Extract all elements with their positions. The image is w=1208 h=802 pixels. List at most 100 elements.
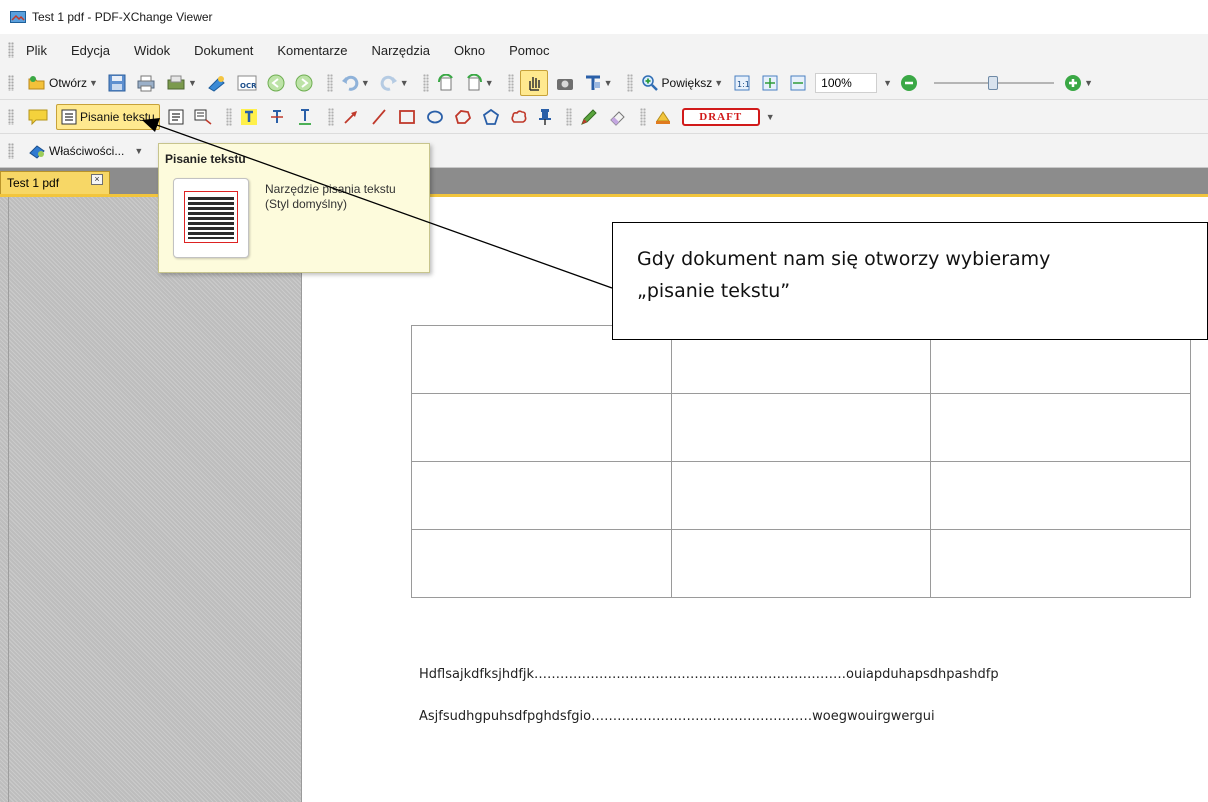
undo-button[interactable]: ▼	[339, 71, 372, 95]
polygon-tool-button[interactable]	[480, 105, 502, 129]
rotate-left-button[interactable]	[435, 71, 457, 95]
chevron-down-icon[interactable]: ▼	[714, 78, 723, 88]
tooltip-preview	[173, 178, 249, 258]
properties-button[interactable]: Właściwości...	[26, 139, 126, 163]
menu-dokument[interactable]: Dokument	[194, 43, 253, 58]
menu-pomoc[interactable]: Pomoc	[509, 43, 549, 58]
chevron-down-icon[interactable]: ▼	[361, 78, 370, 88]
toolbar-separator	[422, 73, 429, 92]
table-cell	[411, 393, 672, 462]
sticky-note-button[interactable]	[26, 105, 50, 129]
document-text-line: Asjfsudhgpuhsdfpghdsfgio……………………………………………	[419, 709, 935, 724]
scan-button[interactable]: ▼	[164, 71, 199, 95]
zoom-level-value: 100%	[821, 75, 852, 90]
select-text-icon	[585, 75, 600, 90]
underline-icon	[298, 108, 311, 125]
toolbar-grip[interactable]	[8, 74, 14, 91]
pin-tool-button[interactable]	[536, 105, 554, 129]
table-cell	[930, 529, 1191, 598]
typewriter-preview-icon	[184, 191, 238, 243]
cloud-tool-button[interactable]	[508, 105, 530, 129]
fit-page-button[interactable]	[759, 71, 781, 95]
snapshot-icon	[556, 78, 573, 90]
zoom-slider[interactable]	[934, 73, 1055, 93]
chevron-down-icon[interactable]: ▼	[485, 78, 494, 88]
menu-okno[interactable]: Okno	[454, 43, 485, 58]
hand-tool-icon	[528, 76, 540, 91]
menu-komentarze[interactable]: Komentarze	[277, 43, 347, 58]
underline-button[interactable]	[294, 105, 316, 129]
scan-icon	[167, 75, 185, 89]
typewriter-button[interactable]: Pisanie tekstu	[56, 103, 160, 130]
line-tool-button[interactable]	[368, 105, 390, 129]
table-cell	[670, 529, 932, 598]
document-tab[interactable]: Test 1 pdf ×	[0, 171, 110, 194]
standard-toolbar: Otwórz ▼ ▼ OCR ▼ ▼ ▼ ▼ Powiększ ▼ 1:1 10…	[0, 66, 1208, 100]
oval-tool-button[interactable]	[424, 105, 446, 129]
actual-size-button[interactable]: 1:1	[731, 71, 753, 95]
chevron-down-icon[interactable]: ▼	[188, 78, 197, 88]
open-label: Otwórz	[49, 75, 88, 90]
toolbar-grip[interactable]	[8, 108, 14, 125]
window-titlebar: Test 1 pdf - PDF-XChange Viewer	[0, 0, 1208, 34]
pdf-table	[411, 325, 1191, 598]
tooltip-line: Narzędzie pisania tekstu	[265, 182, 396, 196]
ocr-button[interactable]: OCR	[235, 71, 259, 95]
oval-icon	[426, 110, 443, 123]
chevron-down-icon[interactable]: ▼	[89, 78, 98, 88]
chevron-down-icon[interactable]: ▼	[883, 78, 892, 88]
redo-button[interactable]: ▼	[378, 71, 411, 95]
draft-stamp-button[interactable]: DRAFT ▼	[680, 105, 777, 129]
menu-narzedzia[interactable]: Narzędzia	[371, 43, 430, 58]
table-row	[411, 461, 1191, 530]
chevron-down-icon[interactable]: ▼	[400, 78, 409, 88]
zoom-in-button[interactable]: Powiększ ▼	[639, 71, 726, 95]
save-button[interactable]	[106, 71, 128, 95]
print-icon	[137, 75, 155, 91]
toolbar-grip[interactable]	[8, 142, 14, 159]
forward-button[interactable]	[293, 71, 315, 95]
scan-document-icon	[208, 75, 225, 92]
zoom-level-field[interactable]: 100%	[815, 72, 878, 93]
open-button[interactable]: Otwórz ▼	[26, 71, 100, 95]
pencil-tool-button[interactable]	[578, 105, 600, 129]
table-cell	[930, 461, 1191, 530]
arrow-icon	[344, 110, 357, 124]
zoom-out-button[interactable]	[898, 71, 920, 95]
rotate-right-button[interactable]: ▼	[463, 71, 496, 95]
chevron-down-icon[interactable]: ▼	[604, 78, 613, 88]
toolbar-grip[interactable]	[8, 42, 14, 58]
scan-ocr-button[interactable]	[205, 71, 229, 95]
back-button[interactable]	[265, 71, 287, 95]
toolbar-separator	[565, 107, 572, 126]
stamp-hand-icon	[655, 110, 670, 124]
menu-edycja[interactable]: Edycja	[71, 43, 110, 58]
highlight-text-button[interactable]	[238, 105, 260, 129]
rectangle-tool-button[interactable]	[396, 105, 418, 129]
table-row	[411, 393, 1191, 462]
callout-icon	[194, 109, 212, 125]
document-text-line: Hdflsajkdfksjhdfjk……………………………………………………………	[419, 667, 999, 682]
strikeout-button[interactable]	[266, 105, 288, 129]
callout-button[interactable]	[192, 105, 214, 129]
zoom-slider-thumb[interactable]	[988, 75, 999, 90]
print-button[interactable]	[134, 71, 158, 95]
close-icon[interactable]: ×	[91, 174, 103, 185]
zoom-in-plus-button[interactable]: ▼	[1062, 71, 1095, 95]
navigation-pane[interactable]	[0, 197, 302, 802]
text-box-button[interactable]	[166, 105, 186, 129]
select-text-button[interactable]: ▼	[582, 71, 615, 95]
chevron-down-icon[interactable]: ▼	[766, 112, 775, 122]
menu-widok[interactable]: Widok	[134, 43, 170, 58]
arrow-tool-button[interactable]	[340, 105, 362, 129]
toolbar-options-icon[interactable]: ▼	[134, 146, 143, 156]
strikeout-icon	[270, 109, 283, 123]
fit-width-button[interactable]	[787, 71, 809, 95]
menu-plik[interactable]: Plik	[26, 43, 47, 58]
eraser-tool-button[interactable]	[606, 105, 628, 129]
polygon-cloud-tool-button[interactable]	[452, 105, 474, 129]
stamp-tool-button[interactable]	[652, 105, 674, 129]
hand-tool-button[interactable]	[519, 69, 548, 96]
chevron-down-icon[interactable]: ▼	[1084, 78, 1093, 88]
snapshot-button[interactable]	[554, 71, 576, 95]
